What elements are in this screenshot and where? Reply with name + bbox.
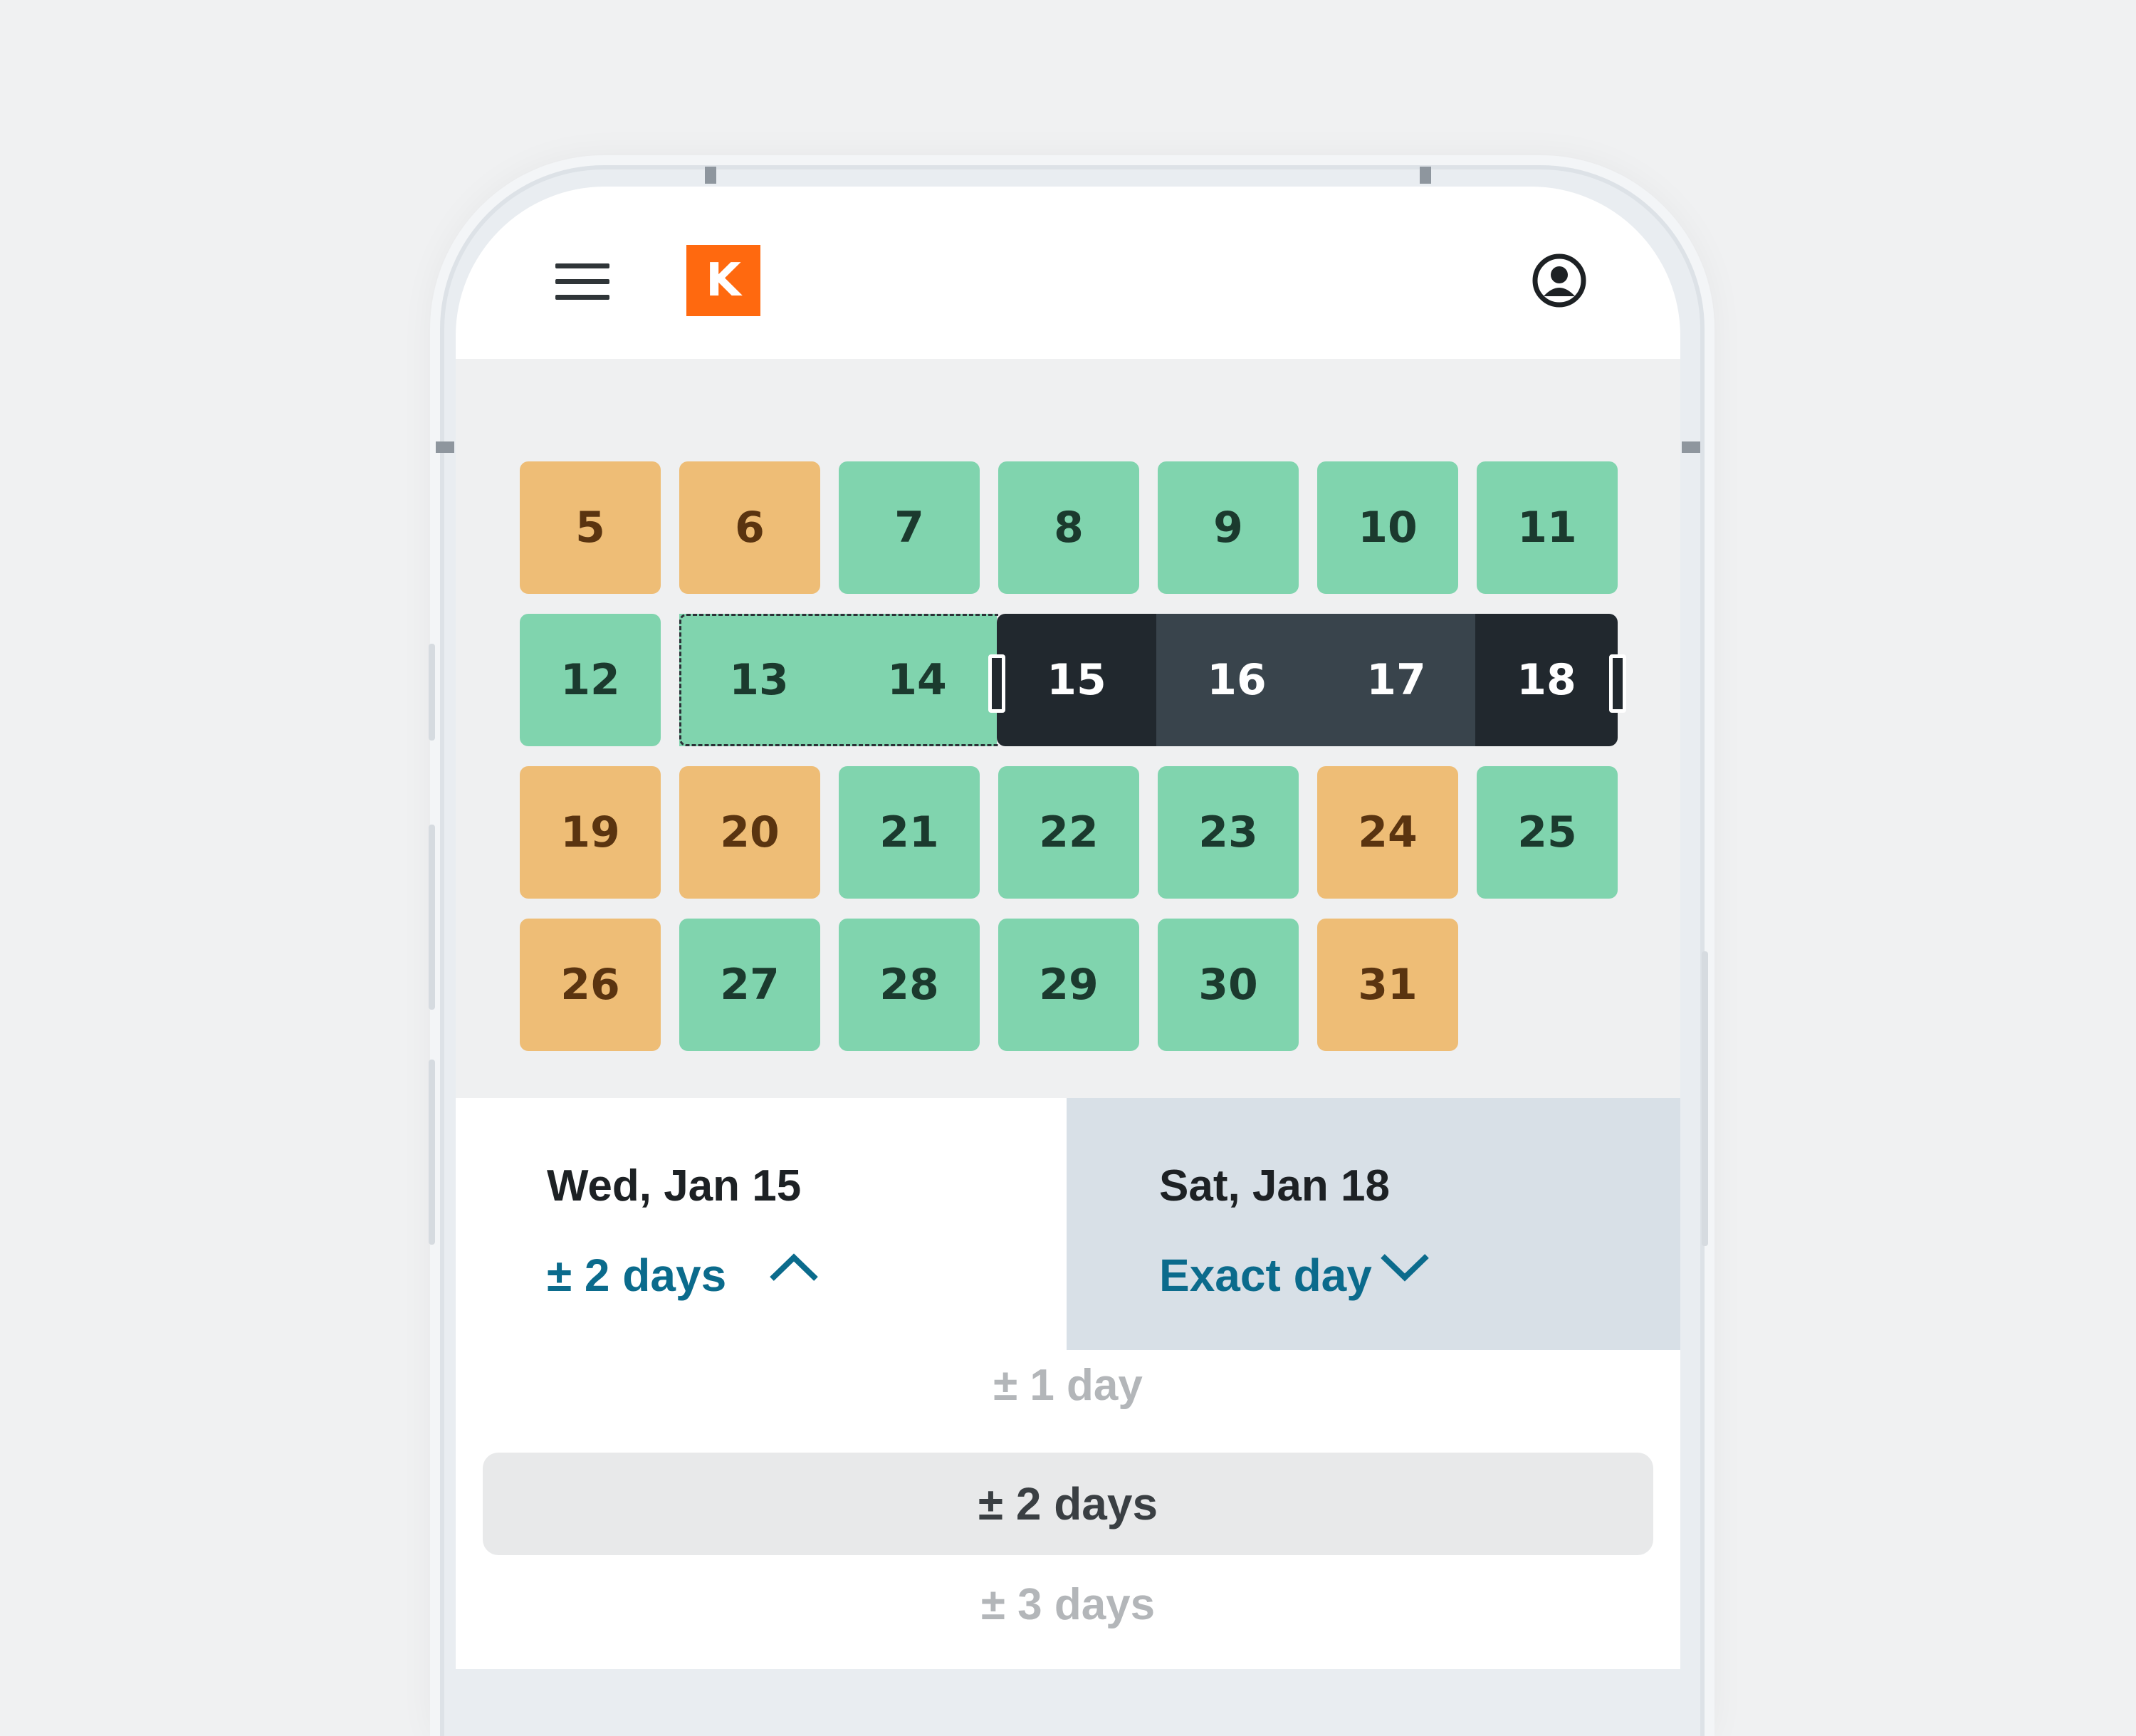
calendar-day-7[interactable]: 7	[839, 461, 980, 594]
departure-flex-toggle[interactable]: ± 2 days	[547, 1249, 726, 1302]
chevron-down-icon[interactable]	[1380, 1250, 1430, 1283]
range-end-handle[interactable]	[1609, 654, 1626, 713]
departure-date: Wed, Jan 15	[547, 1161, 802, 1211]
brand-logo[interactable]: K	[686, 245, 760, 316]
calendar-day-6[interactable]: 6	[679, 461, 820, 594]
side-button	[1702, 951, 1708, 1246]
menu-icon[interactable]	[555, 261, 609, 303]
range-start-handle[interactable]	[988, 654, 1005, 713]
frame-notch-right	[1420, 167, 1431, 184]
frame-notch-side-left	[436, 441, 454, 453]
date-selector: Wed, Jan 15 ± 2 days Sat, Jan 18 Exact d…	[456, 1098, 1680, 1350]
calendar-day-8[interactable]: 8	[998, 461, 1139, 594]
calendar-day-17[interactable]: 17	[1316, 614, 1477, 746]
calendar-day-12[interactable]: 12	[520, 614, 661, 746]
calendar-day-28[interactable]: 28	[839, 919, 980, 1051]
flex-days-picker: ± 1 day ± 2 days ± 3 days	[456, 1350, 1680, 1669]
flex-option-1-day[interactable]: ± 1 day	[456, 1360, 1680, 1411]
calendar-day-27[interactable]: 27	[679, 919, 820, 1051]
app-screen: K 5 6 7 8 9 10 11 12 13 14 15 16 17 18 19 20 21 22 23 24 25 2…	[456, 187, 1680, 1669]
flex-option-2-days-selected[interactable]: ± 2 days	[483, 1453, 1653, 1555]
frame-notch-side-right	[1682, 441, 1700, 453]
top-bar: K	[456, 187, 1680, 359]
calendar-day-15[interactable]: 15	[997, 614, 1156, 746]
chevron-up-icon[interactable]	[769, 1250, 819, 1283]
side-button	[429, 1060, 435, 1245]
calendar-day-11[interactable]: 11	[1477, 461, 1618, 594]
calendar-day-23[interactable]: 23	[1158, 766, 1299, 899]
profile-icon[interactable]	[1531, 252, 1588, 309]
calendar-day-16[interactable]: 16	[1156, 614, 1317, 746]
calendar-day-19[interactable]: 19	[520, 766, 661, 899]
calendar-day-5[interactable]: 5	[520, 461, 661, 594]
frame-notch-left	[705, 167, 716, 184]
calendar-day-20[interactable]: 20	[679, 766, 820, 899]
side-button	[429, 825, 435, 1010]
calendar-day-31[interactable]: 31	[1317, 919, 1458, 1051]
departure-date-panel[interactable]: Wed, Jan 15 ± 2 days	[456, 1098, 1067, 1350]
calendar-day-30[interactable]: 30	[1158, 919, 1299, 1051]
calendar-day-29[interactable]: 29	[998, 919, 1139, 1051]
logo-letter: K	[706, 254, 741, 307]
return-date-panel[interactable]: Sat, Jan 18 Exact day	[1067, 1098, 1680, 1350]
calendar-day-25[interactable]: 25	[1477, 766, 1618, 899]
flex-option-3-days[interactable]: ± 3 days	[456, 1579, 1680, 1630]
calendar-day-22[interactable]: 22	[998, 766, 1139, 899]
calendar-day-26[interactable]: 26	[520, 919, 661, 1051]
flex-range-outline	[679, 614, 998, 746]
calendar-day-18[interactable]: 18	[1475, 614, 1618, 746]
side-button	[429, 644, 435, 741]
calendar-day-9[interactable]: 9	[1158, 461, 1299, 594]
calendar-day-24[interactable]: 24	[1317, 766, 1458, 899]
calendar-day-21[interactable]: 21	[839, 766, 980, 899]
return-flex-toggle[interactable]: Exact day	[1159, 1249, 1372, 1302]
return-date: Sat, Jan 18	[1159, 1161, 1390, 1211]
calendar-day-10[interactable]: 10	[1317, 461, 1458, 594]
